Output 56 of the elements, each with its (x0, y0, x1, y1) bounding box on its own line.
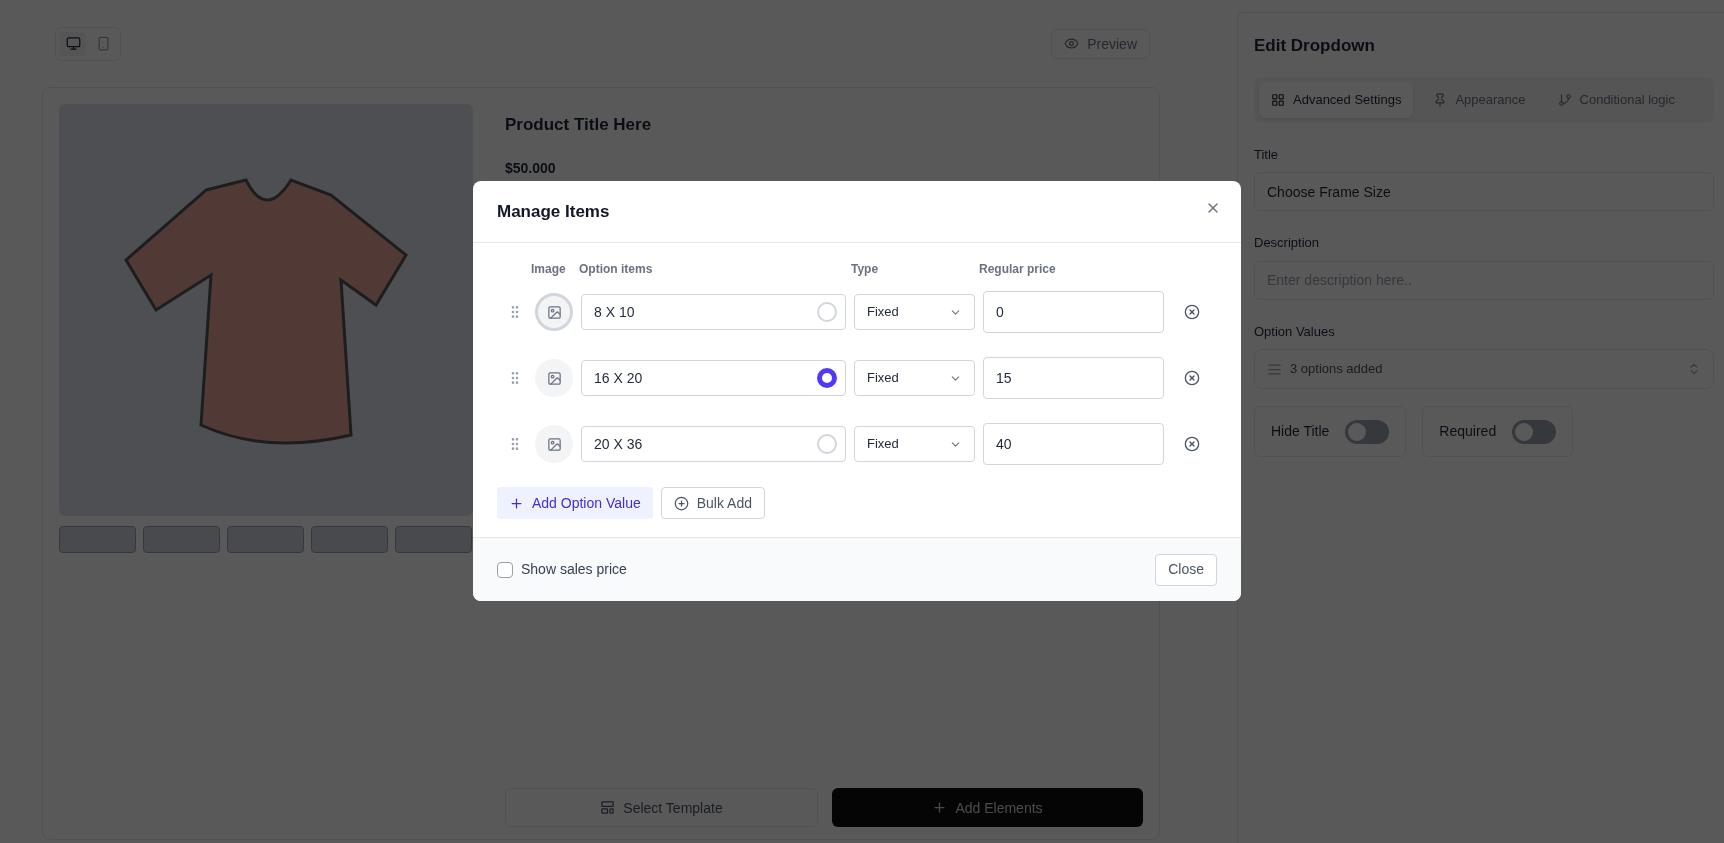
column-header: Image (531, 261, 567, 278)
field-label: Title (1254, 145, 1280, 164)
column-header: Type (851, 261, 880, 278)
product-price: $50.000 (505, 158, 557, 178)
dialog-title: Manage Items (497, 200, 610, 223)
close-dialog-button[interactable]: Close (1155, 553, 1217, 586)
image-picker[interactable] (535, 359, 573, 397)
product-title: Product Title Here (505, 114, 652, 136)
column-header: Regular price (979, 261, 1056, 278)
thumbnail-placeholder[interactable] (143, 526, 220, 553)
monitor-icon (65, 36, 81, 51)
device-toggle[interactable] (60, 31, 86, 56)
plus-icon (509, 495, 524, 511)
add-option-button[interactable]: Add Option Value (497, 487, 653, 519)
option-input[interactable]: 16 X 20 (581, 360, 846, 396)
option-input[interactable]: 20 X 36 (581, 426, 846, 462)
sales-price-checkbox[interactable] (497, 561, 513, 578)
remove-icon[interactable] (1184, 370, 1200, 386)
thumbnail-placeholder[interactable] (395, 526, 472, 553)
grid-icon (1271, 92, 1285, 107)
image-icon (546, 304, 562, 320)
price-input[interactable]: 40 (983, 423, 1164, 465)
image-icon (546, 436, 562, 452)
thumbnail-placeholder[interactable] (59, 526, 136, 553)
thumbnail-placeholder[interactable] (311, 526, 388, 553)
toggle-switch[interactable] (1345, 419, 1390, 444)
lines-icon (1267, 361, 1282, 377)
toggle-label: Hide Title (1271, 422, 1330, 441)
panel-title: Edit Dropdown (1254, 35, 1376, 57)
bulk-add-button[interactable]: Bulk Add (660, 487, 765, 519)
plus-circle-icon (673, 495, 689, 511)
image-picker[interactable] (535, 425, 573, 463)
pin-icon (1433, 92, 1448, 107)
type-select[interactable]: Fixed (854, 426, 975, 462)
plus-icon (932, 800, 948, 815)
column-header: Option items (579, 261, 654, 278)
phone-icon (95, 36, 111, 51)
remove-icon[interactable] (1184, 304, 1200, 320)
checkbox-label: Show sales price (521, 560, 627, 579)
field-label: Option Values (1254, 322, 1336, 341)
toggle-switch[interactable] (1512, 419, 1557, 444)
toggle-label: Required (1439, 422, 1497, 441)
price-input[interactable]: 0 (983, 291, 1164, 333)
eye-icon (1064, 36, 1080, 51)
type-select[interactable]: Fixed (854, 360, 975, 396)
remove-icon[interactable] (1184, 436, 1200, 452)
default-radio[interactable] (817, 368, 837, 388)
option-input[interactable]: 8 X 10 (581, 294, 846, 330)
thumbnail-placeholder[interactable] (227, 526, 304, 553)
image-picker[interactable] (535, 293, 573, 331)
image-icon (546, 370, 562, 386)
branch-icon (1557, 92, 1572, 107)
template-icon (600, 800, 616, 815)
field-label: Description (1254, 234, 1321, 252)
price-input[interactable]: 15 (983, 357, 1164, 399)
type-select[interactable]: Fixed (854, 294, 975, 330)
